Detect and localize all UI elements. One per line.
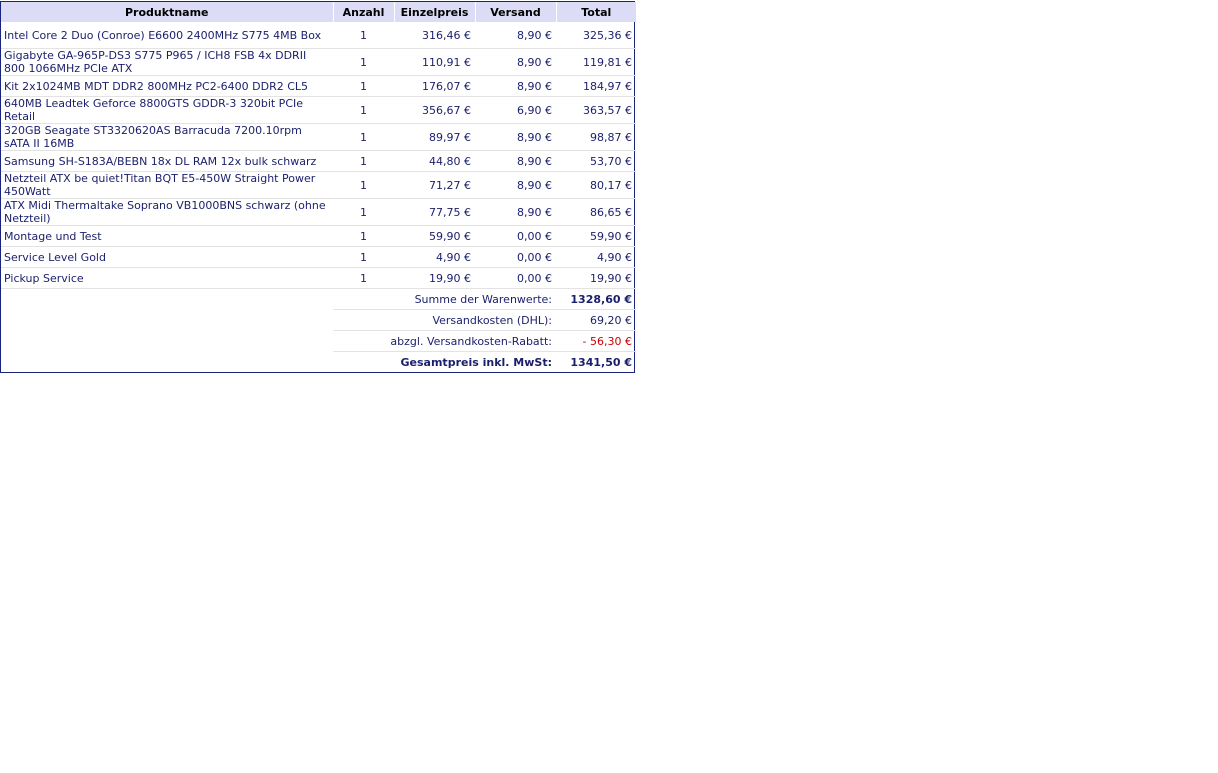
line-total: 325,36 €	[556, 22, 636, 49]
summary-spacer	[1, 352, 333, 373]
product-name: Montage und Test	[1, 225, 333, 247]
subtotal-value: 1328,60 €	[556, 288, 636, 310]
table-row: 320GB Seagate ST3320620AS Barracuda 7200…	[1, 123, 636, 151]
product-name: 320GB Seagate ST3320620AS Barracuda 7200…	[1, 123, 333, 151]
shipping-cost: 0,00 €	[475, 225, 556, 247]
quantity: 1	[333, 96, 394, 124]
quantity: 1	[333, 75, 394, 97]
quantity: 1	[333, 225, 394, 247]
table-row: ATX Midi Thermaltake Soprano VB1000BNS s…	[1, 198, 636, 226]
line-total: 86,65 €	[556, 198, 636, 226]
unit-price: 71,27 €	[394, 171, 475, 199]
unit-price: 19,90 €	[394, 267, 475, 289]
table-row: 640MB Leadtek Geforce 8800GTS GDDR-3 320…	[1, 96, 636, 124]
subtotal-label: Summe der Warenwerte:	[333, 288, 556, 310]
shipping-cost: 0,00 €	[475, 246, 556, 268]
quantity: 1	[333, 48, 394, 76]
grand-total-label: Gesamtpreis inkl. MwSt:	[400, 355, 552, 369]
header-shipping: Versand	[474, 2, 556, 22]
summary-spacer	[1, 331, 333, 352]
shipping-cost: 8,90 €	[475, 75, 556, 97]
quantity: 1	[333, 123, 394, 151]
shipping-row: Versandkosten (DHL): 69,20 €	[1, 309, 636, 331]
cart-table: Produktname Anzahl Einzelpreis Versand T…	[1, 2, 636, 372]
unit-price: 44,80 €	[394, 150, 475, 172]
shipping-cost: 8,90 €	[475, 123, 556, 151]
product-name: Pickup Service	[1, 267, 333, 289]
unit-price: 4,90 €	[394, 246, 475, 268]
header-product-name: Produktname	[1, 2, 333, 22]
table-row: Gigabyte GA-965P-DS3 S775 P965 / ICH8 FS…	[1, 48, 636, 76]
unit-price: 77,75 €	[394, 198, 475, 226]
header-unit-price: Einzelpreis	[393, 2, 475, 22]
table-row: Netzteil ATX be quiet!Titan BQT E5-450W …	[1, 171, 636, 199]
discount-label: abzgl. Versandkosten-Rabatt:	[333, 330, 556, 352]
line-total: 80,17 €	[556, 171, 636, 199]
header-quantity: Anzahl	[332, 2, 394, 22]
grand-total-value: 1341,50 €	[570, 355, 632, 369]
shipping-cost: 0,00 €	[475, 267, 556, 289]
shipping-cost: 8,90 €	[475, 22, 556, 49]
cart-table-container: Produktname Anzahl Einzelpreis Versand T…	[0, 1, 636, 373]
subtotal-row: Summe der Warenwerte: 1328,60 €	[1, 288, 636, 310]
product-name: Gigabyte GA-965P-DS3 S775 P965 / ICH8 FS…	[1, 48, 333, 76]
product-name: 640MB Leadtek Geforce 8800GTS GDDR-3 320…	[1, 96, 333, 124]
line-total: 53,70 €	[556, 150, 636, 172]
table-row: Montage und Test 1 59,90 € 0,00 € 59,90 …	[1, 225, 636, 247]
shipping-cost: 8,90 €	[475, 198, 556, 226]
unit-price: 89,97 €	[394, 123, 475, 151]
table-row: Samsung SH-S183A/BEBN 18x DL RAM 12x bul…	[1, 150, 636, 172]
shipping-cost: 6,90 €	[475, 96, 556, 124]
shipping-value: 69,20 €	[556, 309, 636, 331]
line-total: 98,87 €	[556, 123, 636, 151]
unit-price: 176,07 €	[394, 75, 475, 97]
quantity: 1	[333, 22, 394, 49]
unit-price: 316,46 €	[394, 22, 475, 49]
product-name: Intel Core 2 Duo (Conroe) E6600 2400MHz …	[1, 22, 333, 49]
shipping-cost: 8,90 €	[475, 171, 556, 199]
table-row: Service Level Gold 1 4,90 € 0,00 € 4,90 …	[1, 246, 636, 268]
unit-price: 356,67 €	[394, 96, 475, 124]
discount-value: - 56,30 €	[556, 330, 636, 352]
product-name: ATX Midi Thermaltake Soprano VB1000BNS s…	[1, 198, 333, 226]
line-total: 19,90 €	[556, 267, 636, 289]
discount-row: abzgl. Versandkosten-Rabatt: - 56,30 €	[1, 330, 636, 352]
unit-price: 110,91 €	[394, 48, 475, 76]
line-total: 119,81 €	[556, 48, 636, 76]
grand-total-row: Gesamtpreis inkl. MwSt: 1341,50 €	[1, 352, 636, 373]
quantity: 1	[333, 150, 394, 172]
product-name: Samsung SH-S183A/BEBN 18x DL RAM 12x bul…	[1, 150, 333, 172]
line-total: 59,90 €	[556, 225, 636, 247]
summary-spacer	[1, 310, 333, 331]
shipping-cost: 8,90 €	[475, 150, 556, 172]
shipping-cost: 8,90 €	[475, 48, 556, 76]
line-total: 4,90 €	[556, 246, 636, 268]
shipping-label: Versandkosten (DHL):	[333, 309, 556, 331]
quantity: 1	[333, 246, 394, 268]
line-total: 184,97 €	[556, 75, 636, 97]
product-name: Service Level Gold	[1, 246, 333, 268]
product-name: Netzteil ATX be quiet!Titan BQT E5-450W …	[1, 171, 333, 199]
unit-price: 59,90 €	[394, 225, 475, 247]
table-row: Pickup Service 1 19,90 € 0,00 € 19,90 €	[1, 267, 636, 289]
quantity: 1	[333, 267, 394, 289]
quantity: 1	[333, 171, 394, 199]
table-row: Intel Core 2 Duo (Conroe) E6600 2400MHz …	[1, 22, 636, 49]
product-name: Kit 2x1024MB MDT DDR2 800MHz PC2-6400 DD…	[1, 75, 333, 97]
quantity: 1	[333, 198, 394, 226]
table-header-row: Produktname Anzahl Einzelpreis Versand T…	[1, 2, 636, 22]
line-total: 363,57 €	[556, 96, 636, 124]
summary-spacer	[1, 289, 333, 310]
header-total: Total	[555, 2, 636, 22]
table-row: Kit 2x1024MB MDT DDR2 800MHz PC2-6400 DD…	[1, 75, 636, 97]
